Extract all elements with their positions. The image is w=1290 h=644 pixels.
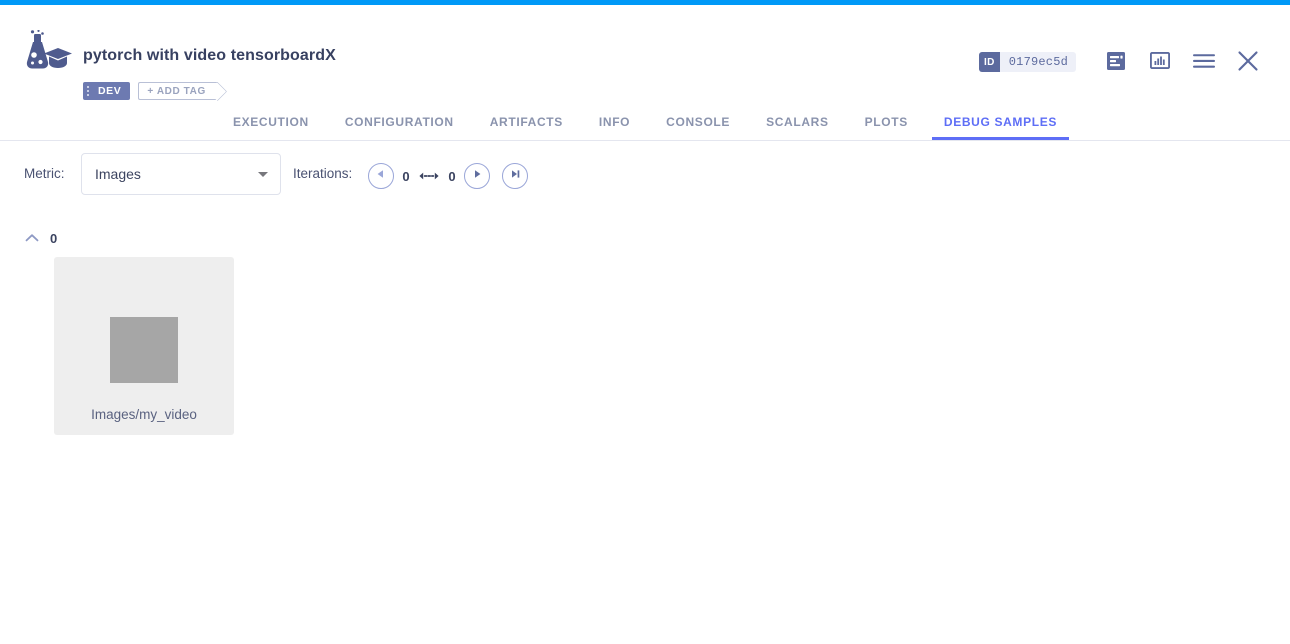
- id-badge-value: 0179ec5d: [1000, 55, 1076, 69]
- flask-graduation-cap-icon: [20, 30, 72, 76]
- tab-scalars[interactable]: SCALARS: [748, 103, 847, 140]
- next-iteration-button[interactable]: [464, 163, 490, 189]
- hamburger-menu-icon: [1193, 53, 1215, 72]
- log-report-icon-button[interactable]: [1094, 45, 1138, 79]
- tag-dev-label: DEV: [98, 85, 121, 97]
- tab-console[interactable]: CONSOLE: [648, 103, 748, 140]
- header-actions: ID 0179ec5d: [979, 45, 1270, 79]
- tab-bar: EXECUTION CONFIGURATION ARTIFACTS INFO C…: [0, 103, 1290, 141]
- iterations-controls: 0 0: [366, 163, 530, 189]
- metric-label: Metric:: [24, 166, 65, 181]
- debug-samples-toolbar: Metric: Images Iterations: 0: [0, 141, 1290, 213]
- header: pytorch with video tensorboardX DEV + AD…: [0, 5, 1290, 103]
- id-badge[interactable]: ID 0179ec5d: [979, 52, 1076, 72]
- iterations-label: Iterations:: [293, 166, 352, 181]
- tab-label: CONSOLE: [666, 115, 730, 129]
- chevron-up-icon: [24, 230, 40, 246]
- tab-label: DEBUG SAMPLES: [944, 115, 1057, 129]
- sample-group-header[interactable]: 0: [24, 230, 57, 246]
- previous-iteration-button[interactable]: [368, 163, 394, 189]
- sample-group-title: 0: [50, 231, 57, 246]
- experiment-details-page: COMPLETED: [0, 0, 1290, 644]
- page-title: pytorch with video tensorboardX: [83, 47, 336, 65]
- previous-iteration-icon: [375, 167, 387, 185]
- tag-dev[interactable]: DEV: [83, 82, 130, 100]
- plot-image-icon: [1150, 52, 1170, 72]
- tab-label: SCALARS: [766, 115, 829, 129]
- tab-artifacts[interactable]: ARTIFACTS: [472, 103, 581, 140]
- debug-samples-content: 0 Images/my_video: [0, 213, 1290, 644]
- tab-label: PLOTS: [865, 115, 908, 129]
- plot-image-icon-button[interactable]: [1138, 45, 1182, 79]
- tab-configuration[interactable]: CONFIGURATION: [327, 103, 472, 140]
- next-iteration-icon: [471, 167, 483, 185]
- tab-label: CONFIGURATION: [345, 115, 454, 129]
- hamburger-menu-icon-button[interactable]: [1182, 45, 1226, 79]
- add-tag-label: + ADD TAG: [147, 86, 205, 97]
- close-icon-button[interactable]: [1226, 45, 1270, 79]
- tags-row: DEV + ADD TAG: [83, 82, 218, 100]
- debug-sample-card[interactable]: Images/my_video: [54, 257, 234, 435]
- iteration-from-value: 0: [396, 169, 416, 184]
- tab-info[interactable]: INFO: [581, 103, 648, 140]
- close-icon: [1237, 50, 1259, 75]
- add-tag-button[interactable]: + ADD TAG: [138, 82, 217, 100]
- tab-label: EXECUTION: [233, 115, 309, 129]
- iteration-to-value: 0: [442, 169, 462, 184]
- tab-debug-samples[interactable]: DEBUG SAMPLES: [926, 103, 1075, 140]
- metric-select[interactable]: Images: [81, 153, 281, 195]
- tab-label: ARTIFACTS: [490, 115, 563, 129]
- tab-execution[interactable]: EXECUTION: [215, 103, 327, 140]
- log-report-icon: [1107, 52, 1125, 73]
- metric-select-value: Images: [95, 166, 258, 182]
- tab-label: INFO: [599, 115, 630, 129]
- last-iteration-icon: [509, 167, 522, 185]
- id-badge-key: ID: [979, 52, 1000, 72]
- sample-thumbnail: [110, 317, 178, 383]
- sample-caption: Images/my_video: [54, 407, 234, 422]
- chevron-down-icon: [258, 172, 268, 177]
- tab-plots[interactable]: PLOTS: [847, 103, 926, 140]
- range-arrows-icon: [416, 170, 442, 182]
- last-iteration-button[interactable]: [502, 163, 528, 189]
- sample-cards: Images/my_video: [54, 257, 234, 435]
